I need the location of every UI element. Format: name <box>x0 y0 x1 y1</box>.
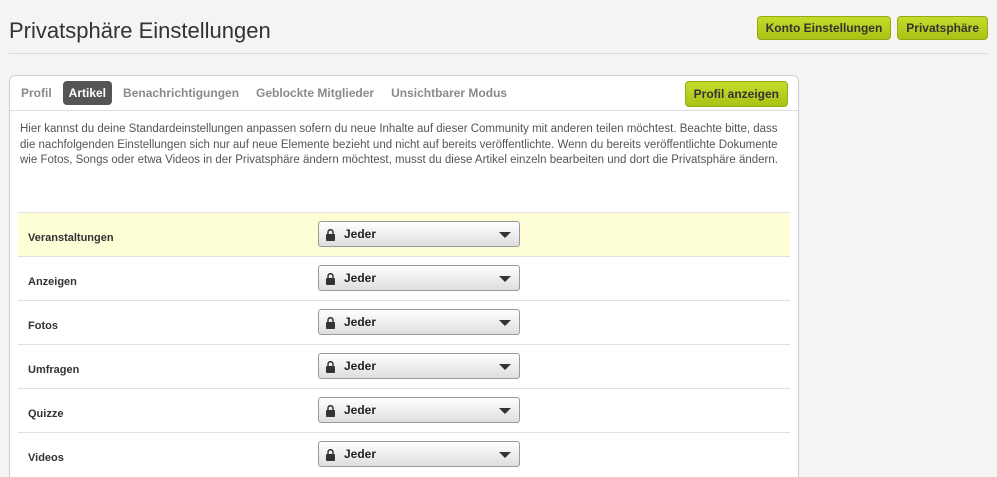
privacy-button[interactable]: Privatsphäre <box>897 16 988 40</box>
lock-icon <box>326 316 335 329</box>
lock-icon <box>326 404 335 417</box>
header-actions: Konto Einstellungen Privatsphäre <box>756 16 988 40</box>
title-divider <box>9 53 988 54</box>
caret-down-icon <box>499 408 511 414</box>
privacy-select[interactable]: Jeder <box>318 265 520 291</box>
privacy-select-value: Jeder <box>344 227 377 241</box>
settings-row-quizze: Quizze Jeder <box>18 388 790 432</box>
privacy-select-value: Jeder <box>344 271 377 285</box>
caret-down-icon <box>499 232 511 238</box>
privacy-select[interactable]: Jeder <box>318 353 520 379</box>
settings-row-umfragen: Umfragen Jeder <box>18 344 790 388</box>
settings-row-label: Videos <box>28 452 64 464</box>
privacy-select-value: Jeder <box>344 403 377 417</box>
lock-icon <box>326 360 335 373</box>
view-profile-button[interactable]: Profil anzeigen <box>684 81 788 107</box>
lock-icon <box>326 272 335 285</box>
tab-geblockte-mitglieder[interactable]: Geblockte Mitglieder <box>250 81 380 105</box>
privacy-select[interactable]: Jeder <box>318 309 520 335</box>
tab-benachrichtigungen[interactable]: Benachrichtigungen <box>117 81 245 105</box>
settings-row-veranstaltungen: Veranstaltungen Jeder <box>18 212 790 256</box>
tab-artikel[interactable]: Artikel <box>62 81 113 105</box>
privacy-select-value: Jeder <box>344 359 377 373</box>
intro-text: Hier kannst du deine Standardeinstellung… <box>20 123 778 166</box>
settings-row-fotos: Fotos Jeder <box>18 300 790 344</box>
caret-down-icon <box>499 452 511 458</box>
tab-unsichtbarer-modus[interactable]: Unsichtbarer Modus <box>385 81 513 105</box>
settings-row-label: Veranstaltungen <box>28 232 114 244</box>
privacy-select-value: Jeder <box>344 315 377 329</box>
page-title: Privatsphäre Einstellungen <box>9 18 271 43</box>
tab-profil[interactable]: Profil <box>15 81 58 105</box>
tab-bar: Profil Artikel Benachrichtigungen Gebloc… <box>10 76 798 111</box>
caret-down-icon <box>499 276 511 282</box>
privacy-select[interactable]: Jeder <box>318 441 520 467</box>
caret-down-icon <box>499 320 511 326</box>
settings-row-label: Umfragen <box>28 364 80 376</box>
privacy-select[interactable]: Jeder <box>318 397 520 423</box>
settings-row-videos: Videos Jeder <box>18 432 790 476</box>
settings-row-anzeigen: Anzeigen Jeder <box>18 256 790 300</box>
caret-down-icon <box>499 364 511 370</box>
privacy-select[interactable]: Jeder <box>318 221 520 247</box>
lock-icon <box>326 448 335 461</box>
lock-icon <box>326 228 335 241</box>
privacy-select-value: Jeder <box>344 447 377 461</box>
settings-row-label: Fotos <box>28 320 58 332</box>
account-settings-button[interactable]: Konto Einstellungen <box>756 16 892 40</box>
settings-card: Profil Artikel Benachrichtigungen Gebloc… <box>9 75 799 477</box>
settings-list: Veranstaltungen Jeder Anzeigen Jeder Fot… <box>18 212 790 476</box>
settings-row-label: Quizze <box>28 408 64 420</box>
settings-row-label: Anzeigen <box>28 276 77 288</box>
